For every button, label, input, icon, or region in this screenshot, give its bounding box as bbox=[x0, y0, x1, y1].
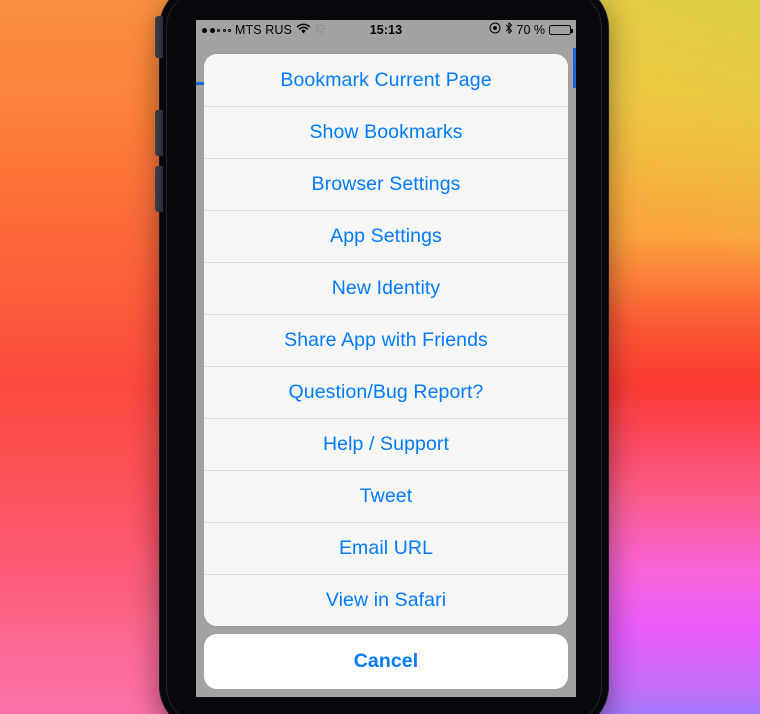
mute-switch-button[interactable] bbox=[155, 16, 163, 58]
action-item-label: Question/Bug Report? bbox=[288, 381, 484, 403]
battery-percent-label: 70 % bbox=[516, 23, 546, 37]
action-item-bookmark-current-page[interactable]: Bookmark Current Page bbox=[204, 54, 568, 106]
action-item-question-bug-report[interactable]: Question/Bug Report? bbox=[204, 366, 568, 418]
action-sheet-cancel-group: Cancel bbox=[204, 634, 568, 689]
volume-down-button[interactable] bbox=[155, 166, 163, 212]
bluetooth-icon bbox=[505, 20, 513, 40]
status-bar-right: 70 % bbox=[489, 20, 573, 40]
action-sheet-options-group: Bookmark Current Page Show Bookmarks Bro… bbox=[204, 54, 568, 626]
location-services-icon bbox=[489, 20, 501, 40]
screenshot-scene: MTS RUS 15:13 70 % Bookmark Current Page… bbox=[0, 0, 760, 714]
action-item-label: Show Bookmarks bbox=[309, 121, 463, 143]
action-item-tweet[interactable]: Tweet bbox=[204, 470, 568, 522]
iphone-device: MTS RUS 15:13 70 % Bookmark Current Page… bbox=[155, 0, 608, 714]
action-item-label: View in Safari bbox=[325, 589, 447, 611]
action-item-label: Bookmark Current Page bbox=[280, 68, 492, 91]
cancel-button-label: Cancel bbox=[353, 650, 419, 672]
action-item-share-app-with-friends[interactable]: Share App with Friends bbox=[204, 314, 568, 366]
action-item-app-settings[interactable]: App Settings bbox=[204, 210, 568, 262]
status-bar: MTS RUS 15:13 70 % bbox=[196, 20, 576, 40]
volume-up-button[interactable] bbox=[155, 110, 163, 156]
action-item-label: Share App with Friends bbox=[284, 329, 488, 351]
action-item-label: New Identity bbox=[331, 277, 441, 299]
action-item-help-support[interactable]: Help / Support bbox=[204, 418, 568, 470]
action-item-label: App Settings bbox=[330, 225, 442, 247]
action-item-browser-settings[interactable]: Browser Settings bbox=[204, 158, 568, 210]
action-item-label: Help / Support bbox=[322, 433, 450, 455]
device-screen: MTS RUS 15:13 70 % Bookmark Current Page… bbox=[196, 20, 576, 697]
battery-icon bbox=[549, 25, 573, 35]
action-item-email-url[interactable]: Email URL bbox=[204, 522, 568, 574]
cancel-button[interactable]: Cancel bbox=[204, 634, 568, 689]
action-sheet: Bookmark Current Page Show Bookmarks Bro… bbox=[196, 54, 576, 697]
action-item-show-bookmarks[interactable]: Show Bookmarks bbox=[204, 106, 568, 158]
action-item-label: Browser Settings bbox=[311, 173, 461, 195]
action-item-new-identity[interactable]: New Identity bbox=[204, 262, 568, 314]
action-item-label: Tweet bbox=[359, 485, 413, 507]
action-item-label: Email URL bbox=[338, 537, 434, 559]
action-item-view-in-safari[interactable]: View in Safari bbox=[204, 574, 568, 626]
